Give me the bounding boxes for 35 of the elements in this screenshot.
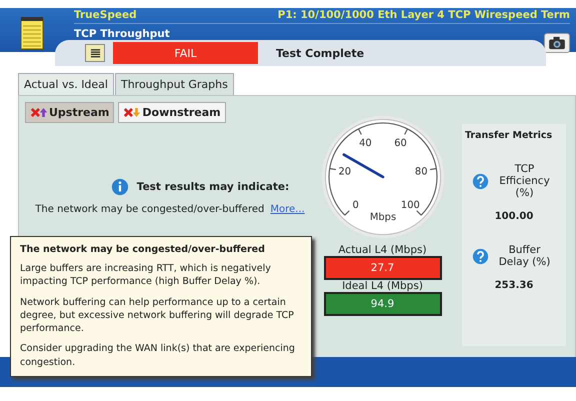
result-status: FAIL (113, 42, 258, 64)
port-label: P1: 10/100/1000 Eth Layer 4 TCP Wirespeed Term (278, 9, 570, 21)
fail-arrow-icon (123, 107, 142, 118)
readout-value: 27.7 (324, 256, 442, 280)
notepad-icon[interactable] (20, 16, 44, 50)
notice-heading: Test results may indicate: (136, 181, 290, 193)
more-link[interactable]: More... (270, 204, 305, 215)
tooltip-title: The network may be congested/over-buffered (20, 244, 266, 255)
direction-button[interactable]: Upstream (25, 102, 114, 123)
tooltip-paragraph: Consider upgrading the WAN link(s) that are experiencing congestion. (20, 342, 296, 370)
speed-gauge: 0 20 40 60 80 100 Mbps (320, 114, 446, 240)
tooltip-paragraph: Network buffering can help performance up to a certain degree, but excessive network buffering will degrade TCP performance. (20, 296, 295, 336)
tab[interactable]: Actual vs. Ideal (18, 73, 114, 95)
fail-arrow-icon (30, 107, 48, 118)
list-icon (90, 48, 100, 58)
menu-button[interactable] (85, 44, 105, 62)
status-message: Test Complete (276, 46, 364, 60)
metric-value: 253.36 (494, 280, 534, 291)
direction-button[interactable]: Downstream (118, 102, 226, 123)
camera-button[interactable] (544, 33, 570, 53)
readout-label: Actual L4 (Mbps) (338, 244, 427, 256)
screen-title: TCP Throughput (74, 28, 170, 40)
metric-label: TCP Efficiency (%) (498, 163, 551, 199)
readout-value: 94.9 (324, 292, 442, 316)
info-icon (110, 178, 129, 196)
metrics-title: Transfer Metrics (464, 130, 552, 141)
notice-text: The network may be congested/over-buffered (35, 204, 264, 215)
readout-label: Ideal L4 (Mbps) (342, 280, 423, 292)
tab[interactable]: Throughput Graphs (114, 73, 234, 95)
tooltip-paragraph: Large buffers are increasing RTT, which is negatively impacting TCP performance (high Buffer Delay %). (20, 262, 272, 289)
metric-value: 100.00 (494, 211, 534, 222)
help-icon[interactable] (472, 248, 488, 264)
metric-label: Buffer Delay (%) (498, 244, 552, 268)
app-name: TrueSpeed (74, 9, 137, 21)
help-icon[interactable] (472, 172, 488, 190)
